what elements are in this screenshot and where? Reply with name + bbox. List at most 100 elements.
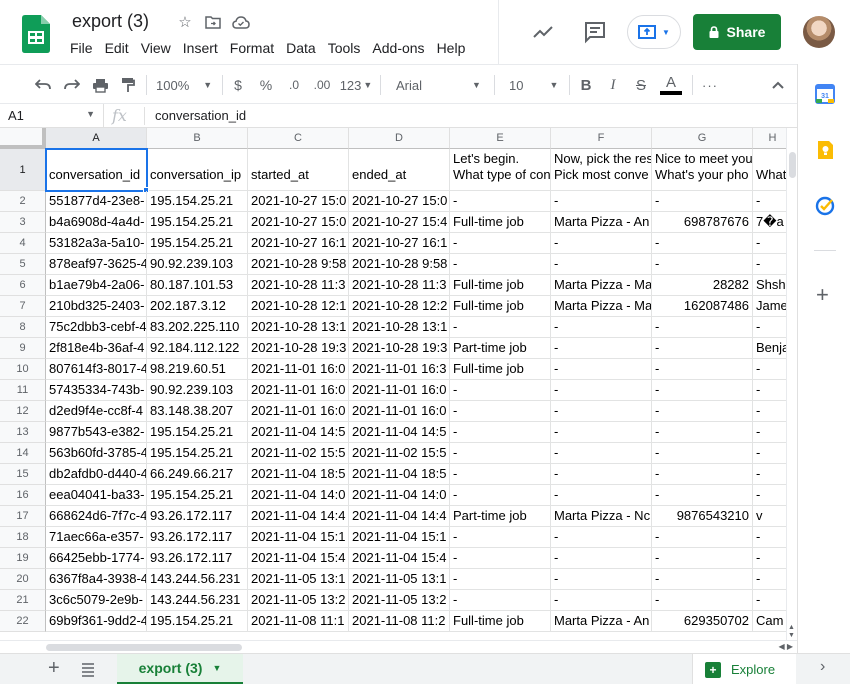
column-header-b[interactable]: B [147,128,248,149]
menu-tools[interactable]: Tools [322,38,367,58]
table-cell[interactable]: - [551,317,652,338]
add-sheet-icon[interactable]: + [48,657,60,680]
table-cell[interactable]: - [551,254,652,275]
table-cell[interactable]: 83.148.38.207 [147,401,248,422]
vertical-scrollbar[interactable]: ▲ ▼ [786,128,797,642]
table-cell[interactable]: 7�a [753,212,786,233]
keep-icon[interactable] [815,140,835,160]
row-header-19[interactable]: 19 [0,548,46,569]
chevron-down-icon[interactable]: ▼ [212,663,221,673]
table-cell[interactable]: - [450,422,551,443]
table-cell[interactable]: 2021-11-04 14:0 [248,485,349,506]
table-cell[interactable]: Marta Pizza - An [551,611,652,632]
table-cell[interactable]: 2021-11-05 13:2 [349,590,450,611]
percent-format-button[interactable]: % [257,73,275,97]
menu-view[interactable]: View [135,38,177,58]
table-cell[interactable]: 2021-10-28 19:3 [248,338,349,359]
paint-format-icon[interactable] [117,73,139,97]
table-cell[interactable]: 2021-11-04 18:5 [248,464,349,485]
table-cell[interactable]: - [450,485,551,506]
table-cell[interactable]: 57435334-743b- [46,380,147,401]
table-cell[interactable]: 551877d4-23e8- [46,191,147,212]
table-cell[interactable]: - [652,359,753,380]
table-cell[interactable]: - [652,317,753,338]
table-cell[interactable]: 2021-11-01 16:0 [248,380,349,401]
table-cell[interactable]: - [652,254,753,275]
table-cell[interactable]: Marta Pizza - Ma [551,296,652,317]
table-cell[interactable]: 66.249.66.217 [147,464,248,485]
table-cell[interactable]: Full-time job [450,212,551,233]
table-cell[interactable]: 2021-10-28 11:3 [349,275,450,296]
table-cell[interactable]: 807614f3-8017-4 [46,359,147,380]
table-cell[interactable]: - [753,569,786,590]
menu-help[interactable]: Help [431,38,472,58]
table-cell[interactable]: v [753,506,786,527]
table-cell[interactable]: - [753,317,786,338]
row-header-11[interactable]: 11 [0,380,46,401]
table-cell[interactable]: - [652,401,753,422]
table-cell[interactable]: - [753,464,786,485]
table-cell[interactable]: 195.154.25.21 [147,191,248,212]
header-cell[interactable]: started_at [248,149,349,191]
document-title[interactable]: export (3) [72,11,149,32]
table-cell[interactable]: 6367f8a4-3938-4 [46,569,147,590]
table-cell[interactable]: 75c2dbb3-cebf-4 [46,317,147,338]
table-cell[interactable]: - [551,464,652,485]
table-cell[interactable]: 2021-11-01 16:0 [248,401,349,422]
column-header-e[interactable]: E [450,128,551,149]
table-cell[interactable]: 2021-11-04 15:1 [349,527,450,548]
table-cell[interactable]: - [551,233,652,254]
table-cell[interactable]: 71aec66a-e357- [46,527,147,548]
table-cell[interactable]: 195.154.25.21 [147,422,248,443]
table-cell[interactable]: Marta Pizza - Nc [551,506,652,527]
column-header-g[interactable]: G [652,128,753,149]
table-cell[interactable]: Full-time job [450,611,551,632]
table-cell[interactable]: 2021-11-04 14:5 [248,422,349,443]
undo-icon[interactable] [32,73,54,97]
table-cell[interactable]: 93.26.172.117 [147,527,248,548]
row-header-17[interactable]: 17 [0,506,46,527]
row-header-13[interactable]: 13 [0,422,46,443]
header-cell[interactable]: ended_at [349,149,450,191]
table-cell[interactable]: 162087486 [652,296,753,317]
table-cell[interactable]: - [450,317,551,338]
header-cell[interactable]: What [753,149,786,191]
header-cell[interactable]: Now, pick the res Pick most conve [551,149,652,191]
table-cell[interactable]: 9877b543-e382- [46,422,147,443]
share-button[interactable]: Share [693,14,781,50]
select-all-corner[interactable] [0,128,46,149]
table-cell[interactable]: 2021-10-28 13:1 [349,317,450,338]
table-cell[interactable]: 2021-11-05 13:2 [248,590,349,611]
table-cell[interactable]: 698787676 [652,212,753,233]
more-options-button[interactable]: ··· [700,73,720,97]
table-cell[interactable]: Marta Pizza - An [551,212,652,233]
row-header-7[interactable]: 7 [0,296,46,317]
table-cell[interactable]: 2021-11-04 15:1 [248,527,349,548]
table-cell[interactable]: 2021-11-08 11:2 [349,611,450,632]
table-cell[interactable]: db2afdb0-d440-4 [46,464,147,485]
table-cell[interactable]: 2021-10-28 11:3 [248,275,349,296]
table-cell[interactable]: Benja [753,338,786,359]
table-cell[interactable]: 80.187.101.53 [147,275,248,296]
table-cell[interactable]: - [551,569,652,590]
row-header-2[interactable]: 2 [0,191,46,212]
menu-format[interactable]: Format [224,38,280,58]
table-cell[interactable]: 202.187.3.12 [147,296,248,317]
table-cell[interactable]: 2021-11-04 15:4 [248,548,349,569]
table-cell[interactable]: 2021-11-04 14:5 [349,422,450,443]
table-cell[interactable]: - [551,443,652,464]
table-cell[interactable]: - [551,527,652,548]
table-cell[interactable]: 2021-10-28 9:58 [248,254,349,275]
table-cell[interactable]: 2021-11-02 15:5 [349,443,450,464]
redo-icon[interactable] [61,73,83,97]
italic-button[interactable]: I [605,73,621,97]
table-cell[interactable]: - [652,191,753,212]
row-header-22[interactable]: 22 [0,611,46,632]
increase-decimal-button[interactable]: .00 [311,73,333,97]
table-cell[interactable]: 2021-11-04 18:5 [349,464,450,485]
table-cell[interactable]: 98.219.60.51 [147,359,248,380]
table-cell[interactable]: - [753,443,786,464]
column-header-a[interactable]: A [46,128,147,149]
header-cell[interactable]: Nice to meet you What's your pho [652,149,753,191]
activity-dashboard-icon[interactable] [531,20,555,44]
